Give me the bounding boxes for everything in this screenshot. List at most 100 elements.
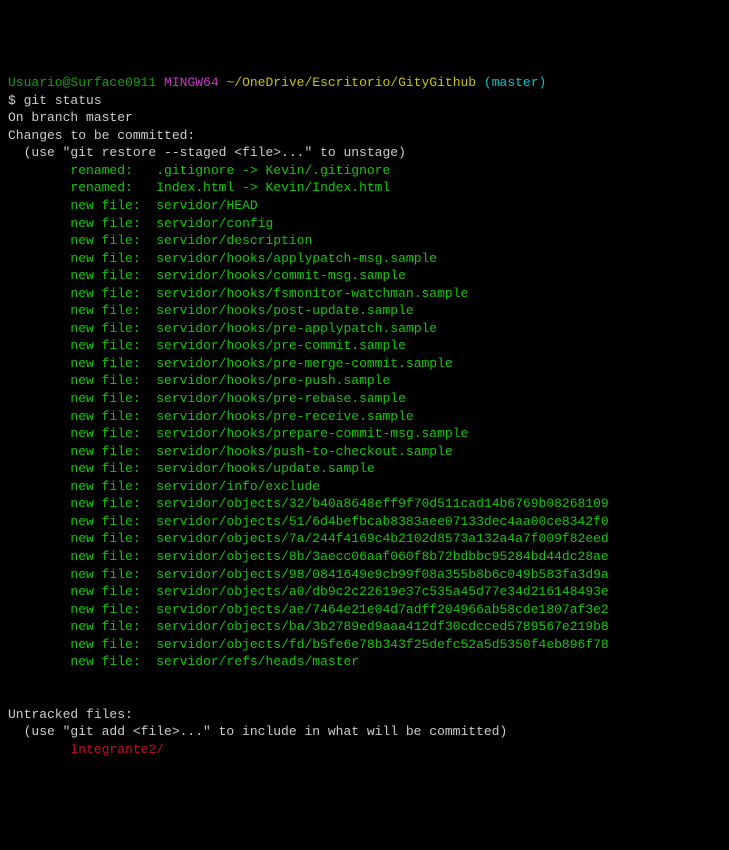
file-status: new file: <box>70 233 156 248</box>
staged-entry: new file: servidor/hooks/applypatch-msg.… <box>8 250 721 268</box>
file-status: new file: <box>70 338 156 353</box>
staged-entry: new file: servidor/hooks/prepare-commit-… <box>8 425 721 443</box>
staged-list: renamed: .gitignore -> Kevin/.gitignore … <box>8 162 721 688</box>
file-path: servidor/objects/ae/7464e21e04d7adff2049… <box>156 602 608 617</box>
file-path: servidor/hooks/push-to-checkout.sample <box>156 444 452 459</box>
staged-entry: new file: servidor/info/exclude <box>8 478 721 496</box>
file-status: renamed: <box>70 180 156 195</box>
file-path: servidor/hooks/update.sample <box>156 461 374 476</box>
file-status: new file: <box>70 216 156 231</box>
file-path: servidor/objects/32/b40a8648eff9f70d511c… <box>156 496 608 511</box>
file-status: new file: <box>70 391 156 406</box>
file-status: new file: <box>70 321 156 336</box>
staged-entry: new file: servidor/hooks/push-to-checkou… <box>8 443 721 461</box>
prompt-path: ~/OneDrive/Escritorio/GityGithub <box>226 75 476 90</box>
file-path: servidor/hooks/pre-applypatch.sample <box>156 321 437 336</box>
file-status: new file: <box>70 373 156 388</box>
file-path: servidor/refs/heads/master <box>156 654 359 669</box>
file-status: new file: <box>70 514 156 529</box>
prompt-user-host: Usuario@Surface0911 <box>8 75 156 90</box>
terminal-output: Usuario@Surface0911 MINGW64 ~/OneDrive/E… <box>8 74 721 758</box>
file-path: servidor/hooks/post-update.sample <box>156 303 413 318</box>
file-status: new file: <box>70 356 156 371</box>
file-status: new file: <box>70 584 156 599</box>
staged-entry: new file: servidor/hooks/update.sample <box>8 460 721 478</box>
staged-entry: new file: servidor/hooks/fsmonitor-watch… <box>8 285 721 303</box>
staged-entry: new file: servidor/objects/8b/3aecc06aaf… <box>8 548 721 566</box>
untracked-hint: (use "git add <file>..." to include in w… <box>8 724 507 739</box>
file-path: servidor/hooks/prepare-commit-msg.sample <box>156 426 468 441</box>
staged-entry: renamed: Index.html -> Kevin/Index.html <box>8 179 721 197</box>
file-status: new file: <box>70 409 156 424</box>
staged-entry: new file: servidor/hooks/pre-merge-commi… <box>8 355 721 373</box>
file-path: servidor/hooks/applypatch-msg.sample <box>156 251 437 266</box>
file-status: new file: <box>70 619 156 634</box>
staged-entry: new file: servidor/HEAD <box>8 197 721 215</box>
untracked-entry: Integrante2/ <box>8 741 721 759</box>
file-path: servidor/objects/98/0841649e9cb99f08a355… <box>156 567 608 582</box>
staged-entry: new file: servidor/hooks/commit-msg.samp… <box>8 267 721 285</box>
staged-entry: new file: servidor/hooks/pre-rebase.samp… <box>8 390 721 408</box>
command-line: $ git status <box>8 93 102 108</box>
file-path: Index.html -> Kevin/Index.html <box>156 180 390 195</box>
file-path: servidor/HEAD <box>156 198 257 213</box>
file-path: servidor/hooks/fsmonitor-watchman.sample <box>156 286 468 301</box>
staged-entry: new file: servidor/hooks/pre-commit.samp… <box>8 337 721 355</box>
staged-entry: new file: servidor/config <box>8 215 721 233</box>
file-status: new file: <box>70 251 156 266</box>
file-path: servidor/objects/fd/b5fe6e78b343f25defc5… <box>156 637 608 652</box>
file-status: new file: <box>70 496 156 511</box>
untracked-list: Integrante2/ <box>8 741 721 759</box>
file-status: new file: <box>70 268 156 283</box>
file-path: servidor/config <box>156 216 273 231</box>
file-path: servidor/info/exclude <box>156 479 320 494</box>
file-status: new file: <box>70 461 156 476</box>
prompt-shell: MINGW64 <box>164 75 219 90</box>
file-status: new file: <box>70 286 156 301</box>
file-status: new file: <box>70 654 156 669</box>
file-path: servidor/objects/ba/3b2789ed9aaa412df30c… <box>156 619 608 634</box>
staged-hint: (use "git restore --staged <file>..." to… <box>8 145 406 160</box>
file-path: servidor/hooks/pre-commit.sample <box>156 338 406 353</box>
file-path: servidor/objects/a0/db9c2c22619e37c535a4… <box>156 584 608 599</box>
file-path: servidor/objects/7a/244f4169c4b2102d8573… <box>156 531 608 546</box>
file-status: renamed: <box>70 163 156 178</box>
staged-entry: new file: servidor/objects/32/b40a8648ef… <box>8 495 721 513</box>
staged-entry: new file: servidor/objects/ae/7464e21e04… <box>8 601 721 619</box>
file-path: servidor/hooks/pre-rebase.sample <box>156 391 406 406</box>
file-status: new file: <box>70 444 156 459</box>
file-status: new file: <box>70 303 156 318</box>
staged-entry: new file: servidor/objects/a0/db9c2c2261… <box>8 583 721 601</box>
staged-entry: new file: servidor/refs/heads/master <box>8 653 721 671</box>
file-path: Integrante2/ <box>70 742 164 757</box>
staged-entry: new file: servidor/hooks/post-update.sam… <box>8 302 721 320</box>
prompt-branch: (master) <box>484 75 546 90</box>
staged-entry: new file: servidor/hooks/pre-applypatch.… <box>8 320 721 338</box>
file-path: servidor/description <box>156 233 312 248</box>
staged-entry: new file: servidor/objects/98/0841649e9c… <box>8 566 721 584</box>
file-status: new file: <box>70 479 156 494</box>
file-status: new file: <box>70 567 156 582</box>
file-path: servidor/hooks/commit-msg.sample <box>156 268 406 283</box>
staged-entry: new file: servidor/hooks/pre-receive.sam… <box>8 408 721 426</box>
staged-header: Changes to be committed: <box>8 128 195 143</box>
file-status: new file: <box>70 549 156 564</box>
file-status: new file: <box>70 531 156 546</box>
staged-entry: new file: servidor/objects/ba/3b2789ed9a… <box>8 618 721 636</box>
staged-entry: renamed: .gitignore -> Kevin/.gitignore <box>8 162 721 180</box>
file-path: servidor/objects/8b/3aecc06aaf060f8b72bd… <box>156 549 608 564</box>
file-status: new file: <box>70 637 156 652</box>
file-status: new file: <box>70 602 156 617</box>
file-status: new file: <box>70 426 156 441</box>
file-path: servidor/objects/51/6d4befbcab8383aee071… <box>156 514 608 529</box>
file-path: servidor/hooks/pre-push.sample <box>156 373 390 388</box>
staged-entry: new file: servidor/objects/7a/244f4169c4… <box>8 530 721 548</box>
branch-info: On branch master <box>8 110 133 125</box>
file-status: new file: <box>70 198 156 213</box>
file-path: .gitignore -> Kevin/.gitignore <box>156 163 390 178</box>
staged-entry: new file: servidor/objects/fd/b5fe6e78b3… <box>8 636 721 654</box>
staged-entry: new file: servidor/objects/51/6d4befbcab… <box>8 513 721 531</box>
file-path: servidor/hooks/pre-merge-commit.sample <box>156 356 452 371</box>
untracked-header: Untracked files: <box>8 707 133 722</box>
staged-entry: new file: servidor/description <box>8 232 721 250</box>
